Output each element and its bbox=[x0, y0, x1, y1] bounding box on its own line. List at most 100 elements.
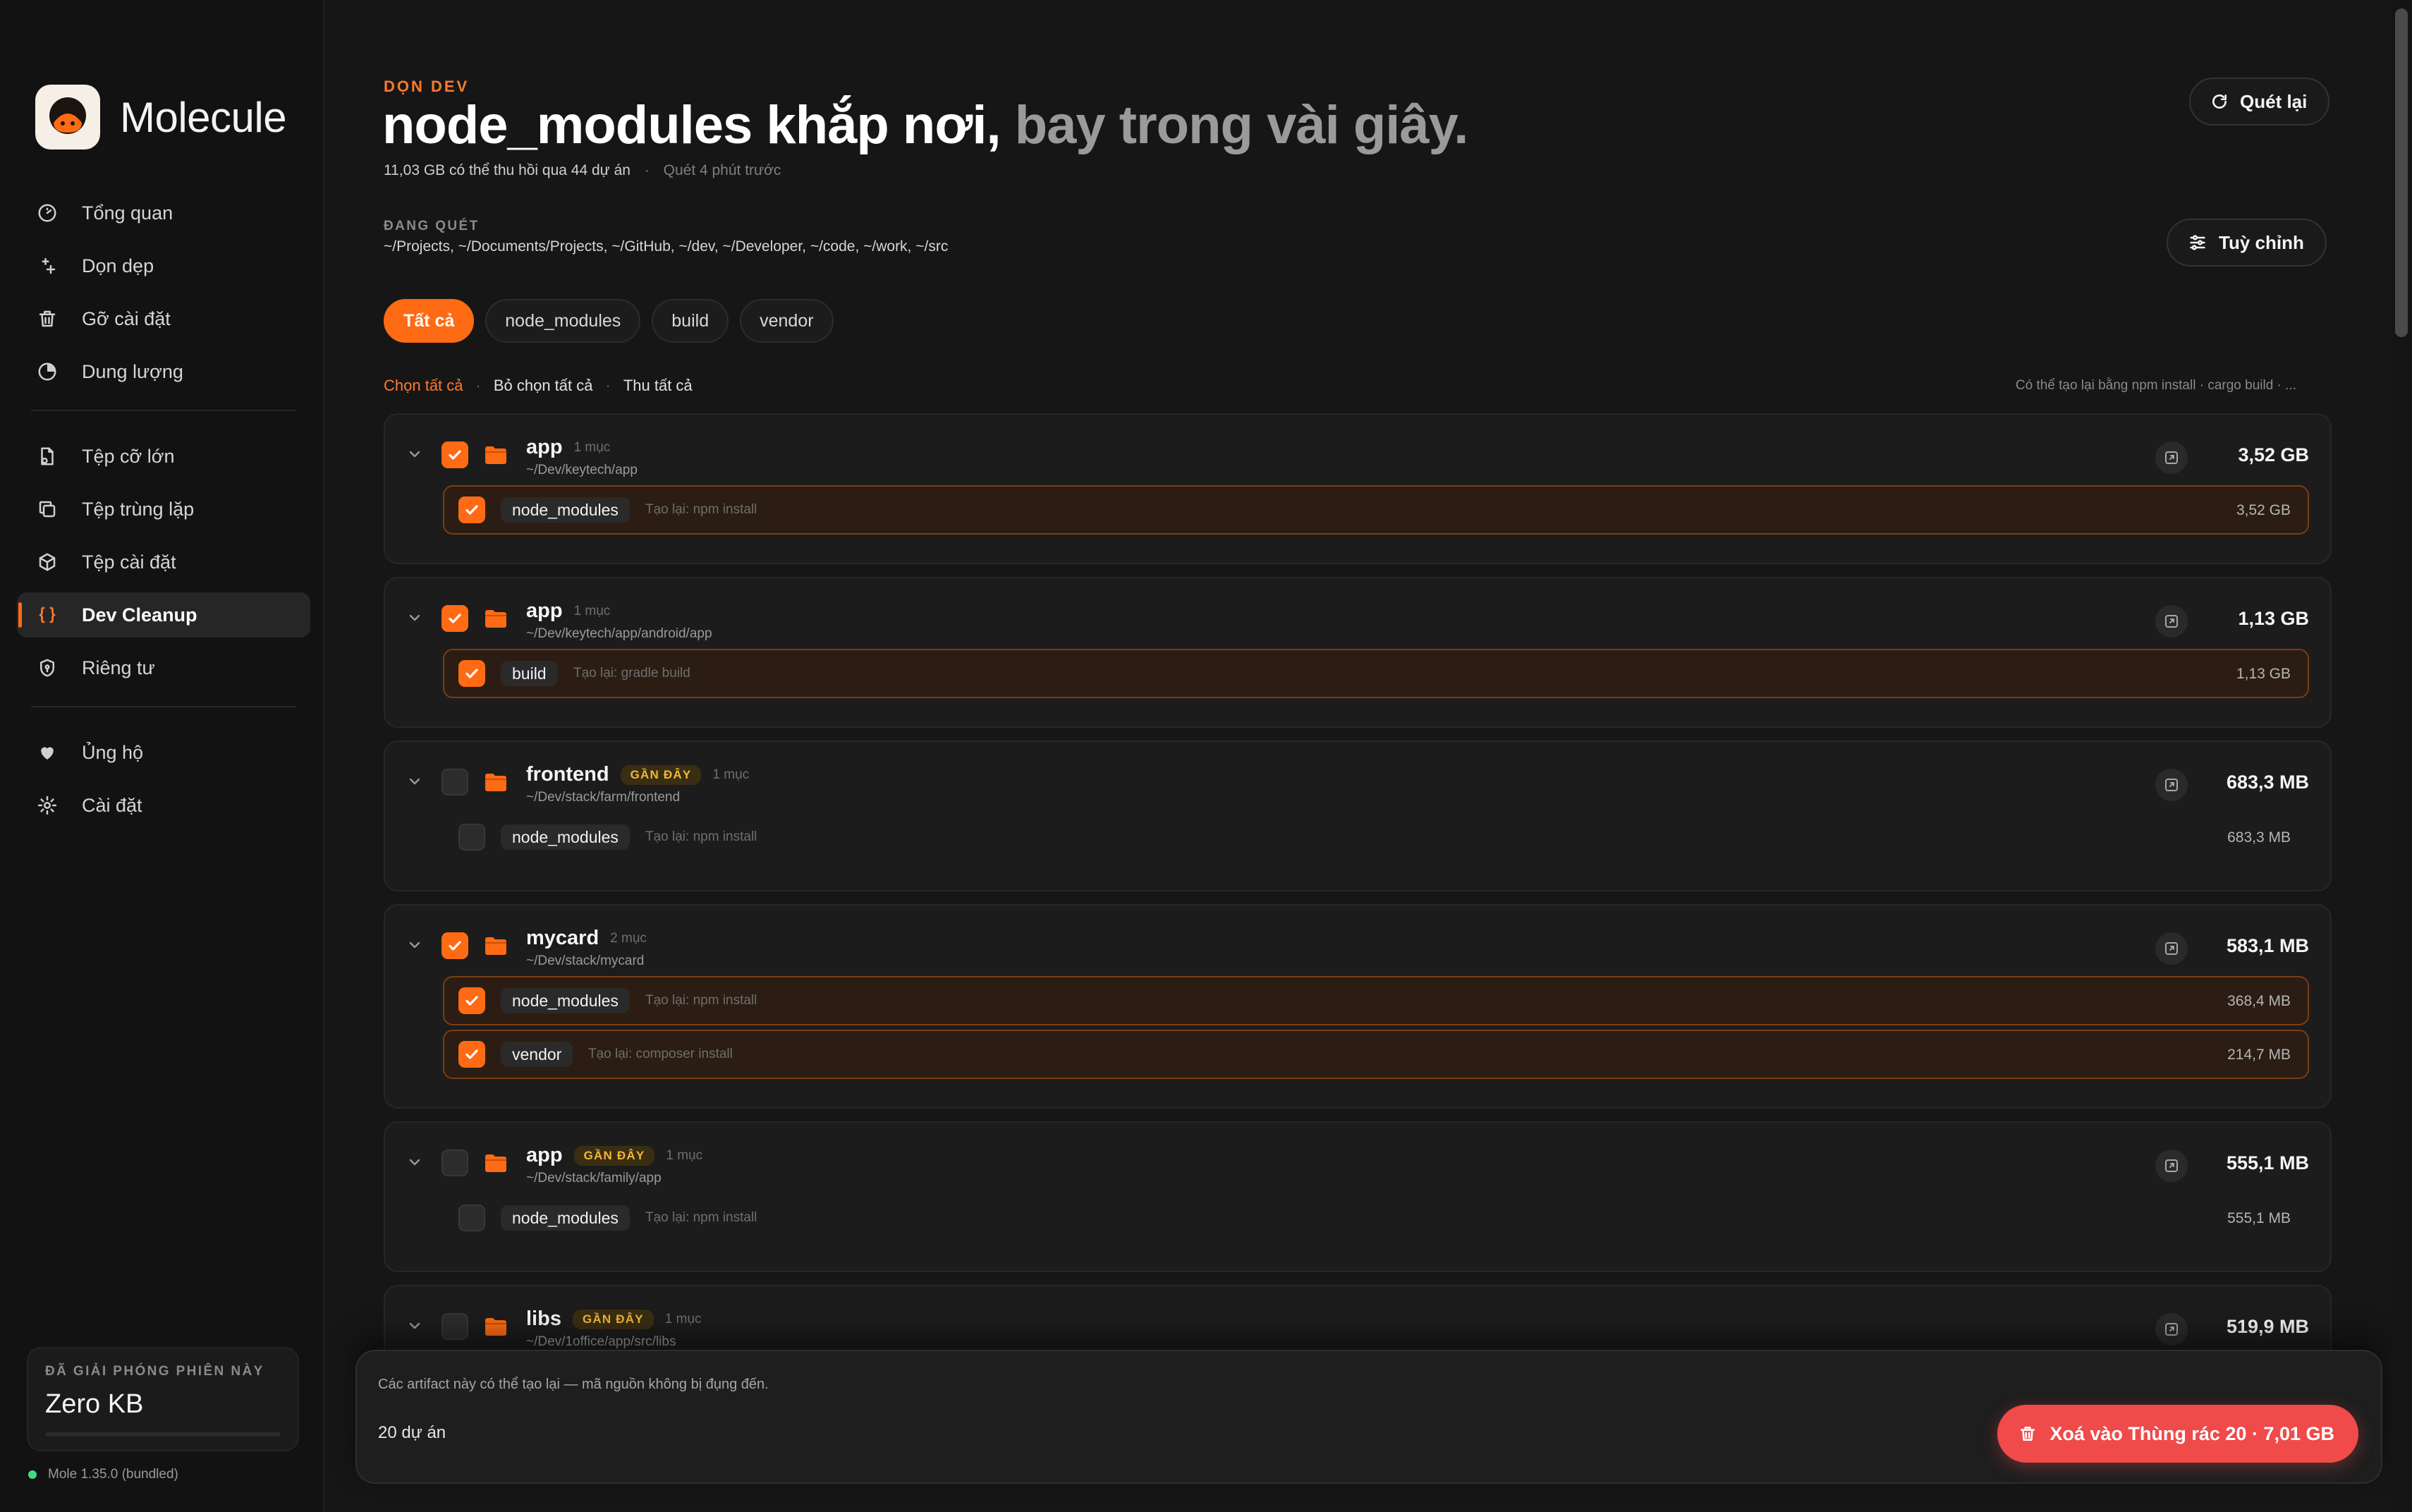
artifact-checkbox[interactable] bbox=[458, 824, 485, 850]
project-name: frontend bbox=[526, 763, 609, 786]
project-card: mycard 2 mục ~/Dev/stack/mycard 583,1 MB nod… bbox=[384, 904, 2332, 1109]
sidebar-item-heart[interactable]: Ủng hộ bbox=[17, 730, 310, 775]
artifact-row[interactable]: node_modules Tạo lại: npm install 683,3 MB bbox=[443, 812, 2309, 862]
sidebar-item-pie-chart[interactable]: Dung lượng bbox=[17, 349, 310, 394]
project-size: 683,3 MB bbox=[2226, 772, 2309, 793]
move-to-trash-button[interactable]: Xoá vào Thùng rác 20 · 7,01 GB bbox=[1997, 1405, 2358, 1463]
filter-chip[interactable]: node_modules bbox=[485, 299, 641, 343]
reveal-in-finder-icon[interactable] bbox=[2155, 769, 2188, 801]
rescan-button[interactable]: Quét lại bbox=[2189, 78, 2330, 126]
project-path: ~/Dev/1office/app/src/libs bbox=[526, 1334, 676, 1349]
filter-chip[interactable]: vendor bbox=[740, 299, 834, 343]
project-path: ~/Dev/stack/farm/frontend bbox=[526, 790, 681, 805]
project-name: app bbox=[526, 1144, 563, 1166]
sidebar-item-braces[interactable]: Dev Cleanup bbox=[17, 592, 310, 638]
sidebar-item-duplicate[interactable]: Tệp trùng lặp bbox=[17, 487, 310, 532]
sidebar-item-package[interactable]: Tệp cài đặt bbox=[17, 539, 310, 585]
customize-label: Tuỳ chỉnh bbox=[2219, 231, 2304, 253]
chevron-down-icon[interactable] bbox=[405, 608, 425, 628]
project-size: 1,13 GB bbox=[2238, 608, 2309, 629]
artifact-size: 368,4 MB bbox=[2227, 993, 2291, 1009]
artifact-checkbox[interactable] bbox=[458, 1041, 485, 1068]
trash-icon bbox=[35, 307, 59, 331]
artifact-type-tag: node_modules bbox=[501, 497, 630, 523]
package-icon bbox=[35, 550, 59, 574]
sidebar-item-trash[interactable]: Gỡ cài đặt bbox=[17, 296, 310, 341]
item-count: 1 mục bbox=[664, 1311, 702, 1327]
artifact-row[interactable]: node_modules Tạo lại: npm install 368,4 MB bbox=[443, 976, 2309, 1025]
collapse-all-link[interactable]: Thu tất cả bbox=[623, 377, 693, 395]
sidebar-item-label: Dọn dẹp bbox=[82, 255, 154, 276]
project-checkbox[interactable] bbox=[441, 1150, 468, 1176]
page-eyebrow: DỌN DEV bbox=[384, 78, 470, 95]
chevron-down-icon[interactable] bbox=[405, 935, 425, 955]
project-checkbox[interactable] bbox=[441, 605, 468, 632]
reveal-in-finder-icon[interactable] bbox=[2155, 1313, 2188, 1346]
scrollbar-thumb[interactable] bbox=[2395, 8, 2408, 337]
freed-space-label: ĐÃ GIẢI PHÓNG PHIÊN NÀY bbox=[45, 1364, 264, 1379]
reveal-in-finder-icon[interactable] bbox=[2155, 932, 2188, 965]
sidebar-item-label: Riêng tư bbox=[82, 657, 155, 678]
project-path: ~/Dev/keytech/app/android/app bbox=[526, 626, 712, 641]
app-logo-icon bbox=[35, 85, 100, 150]
sidebar-item-label: Dung lượng bbox=[82, 360, 183, 382]
scrollbar[interactable] bbox=[2391, 0, 2412, 1512]
project-checkbox[interactable] bbox=[441, 769, 468, 795]
rebuild-command: Tạo lại: npm install bbox=[645, 502, 757, 517]
rebuild-command: Tạo lại: composer install bbox=[588, 1047, 733, 1061]
filter-chip[interactable]: Tất cả bbox=[384, 299, 475, 343]
chevron-down-icon[interactable] bbox=[405, 772, 425, 791]
project-card: app GẦN ĐÂY 1 mục ~/Dev/stack/family/app 555… bbox=[384, 1121, 2332, 1272]
artifact-type-tag: node_modules bbox=[501, 988, 630, 1013]
reveal-in-finder-icon[interactable] bbox=[2155, 605, 2188, 638]
select-all-link[interactable]: Chọn tất cả bbox=[384, 377, 463, 395]
artifact-size: 555,1 MB bbox=[2227, 1210, 2291, 1226]
filter-chip[interactable]: build bbox=[652, 299, 729, 343]
action-separator: · bbox=[475, 377, 481, 394]
project-title: app GẦN ĐÂY 1 mục bbox=[526, 1144, 702, 1167]
project-checkbox[interactable] bbox=[441, 1313, 468, 1340]
artifact-checkbox[interactable] bbox=[458, 987, 485, 1014]
artifact-checkbox[interactable] bbox=[458, 1205, 485, 1231]
project-path: ~/Dev/stack/family/app bbox=[526, 1171, 662, 1185]
refresh-icon bbox=[2210, 92, 2229, 111]
sidebar-item-shield[interactable]: Riêng tư bbox=[17, 645, 310, 690]
artifact-row[interactable]: build Tạo lại: gradle build 1,13 GB bbox=[443, 649, 2309, 698]
rescan-label: Quét lại bbox=[2240, 90, 2308, 112]
braces-icon bbox=[35, 603, 59, 627]
sidebar-item-large-file[interactable]: Tệp cỡ lớn bbox=[17, 434, 310, 479]
project-checkbox[interactable] bbox=[441, 441, 468, 468]
deselect-all-link[interactable]: Bỏ chọn tất cả bbox=[494, 377, 593, 395]
reveal-in-finder-icon[interactable] bbox=[2155, 1150, 2188, 1182]
artifact-row[interactable]: node_modules Tạo lại: npm install 555,1 MB bbox=[443, 1193, 2309, 1243]
sidebar-item-sparkle[interactable]: Dọn dẹp bbox=[17, 243, 310, 288]
artifact-checkbox[interactable] bbox=[458, 496, 485, 523]
sidebar-item-gauge[interactable]: Tổng quan bbox=[17, 190, 310, 236]
sidebar-item-label: Ủng hộ bbox=[82, 741, 144, 763]
item-count: 2 mục bbox=[610, 930, 647, 946]
footer-note: Các artifact này có thể tạo lại — mã ngu… bbox=[378, 1377, 769, 1392]
chevron-down-icon[interactable] bbox=[405, 1152, 425, 1172]
sidebar-item-gear[interactable]: Cài đặt bbox=[17, 783, 310, 828]
project-name: libs bbox=[526, 1307, 561, 1330]
last-scan-time: Quét 4 phút trước bbox=[663, 162, 781, 178]
item-count: 1 mục bbox=[712, 767, 750, 782]
artifact-size: 214,7 MB bbox=[2227, 1047, 2291, 1063]
project-size: 583,1 MB bbox=[2226, 935, 2309, 956]
scan-paths: ~/Projects, ~/Documents/Projects, ~/GitH… bbox=[384, 238, 949, 255]
heart-icon bbox=[35, 740, 59, 764]
selection-actions: Chọn tất cả · Bỏ chọn tất cả · Thu tất c… bbox=[384, 377, 693, 395]
folder-icon bbox=[484, 1152, 508, 1177]
reveal-in-finder-icon[interactable] bbox=[2155, 441, 2188, 474]
chevron-down-icon[interactable] bbox=[405, 1316, 425, 1336]
rebuild-command: Tạo lại: npm install bbox=[645, 829, 757, 844]
chevron-down-icon[interactable] bbox=[405, 444, 425, 464]
artifact-row[interactable]: vendor Tạo lại: composer install 214,7 MB bbox=[443, 1030, 2309, 1079]
sidebar-item-label: Tệp cài đặt bbox=[82, 551, 176, 573]
artifact-checkbox[interactable] bbox=[458, 660, 485, 687]
customize-button[interactable]: Tuỳ chỉnh bbox=[2167, 219, 2327, 267]
artifact-row[interactable]: node_modules Tạo lại: npm install 3,52 GB bbox=[443, 485, 2309, 535]
trash-icon bbox=[2018, 1424, 2037, 1444]
rebuild-command: Tạo lại: npm install bbox=[645, 993, 757, 1008]
project-checkbox[interactable] bbox=[441, 932, 468, 959]
